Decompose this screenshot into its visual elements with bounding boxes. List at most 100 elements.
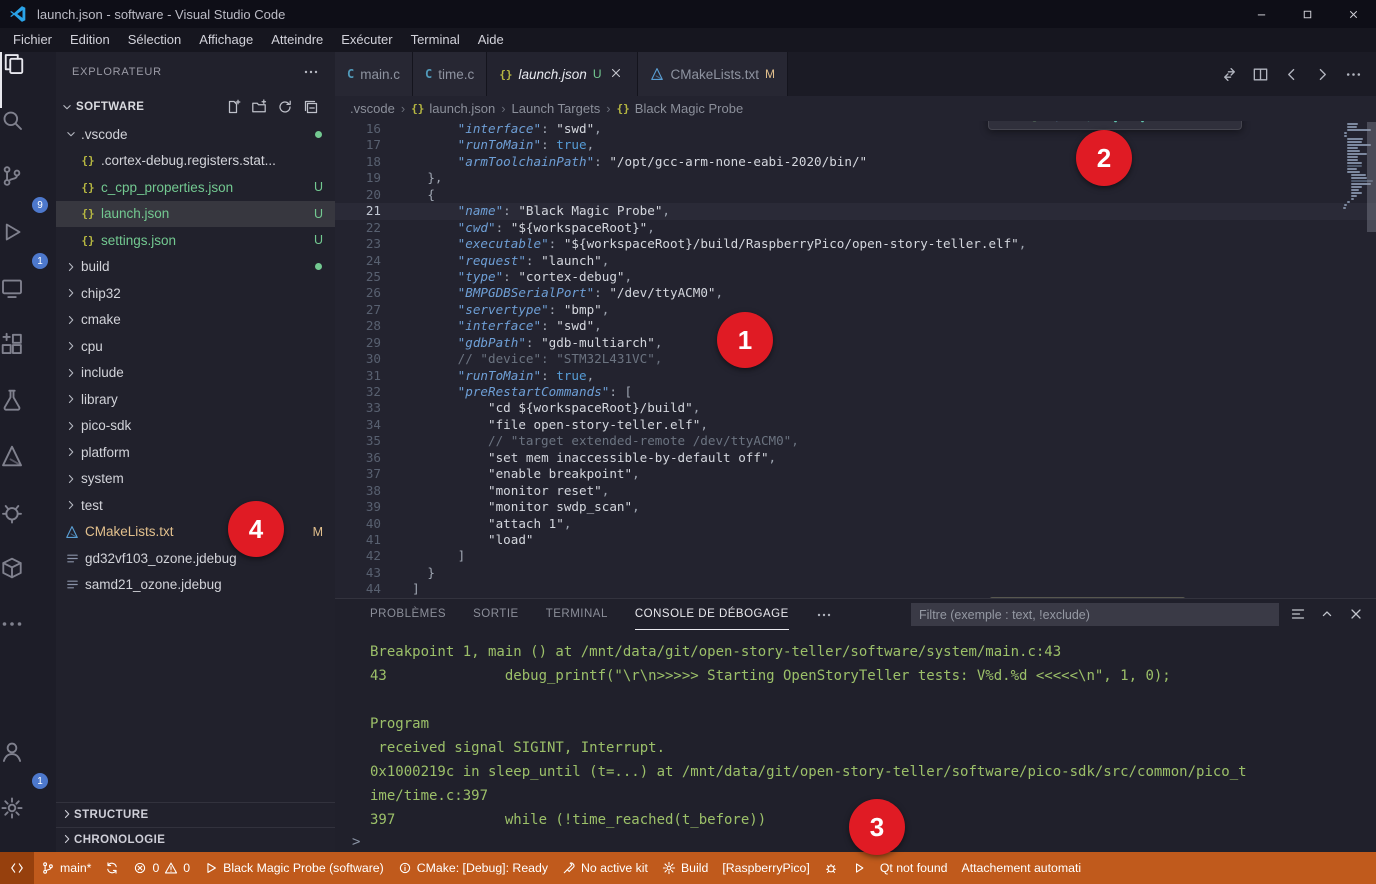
- code-line-27[interactable]: 27 "servertype": "bmp",: [335, 302, 1376, 318]
- navigate-forward-icon[interactable]: [1314, 66, 1331, 83]
- refresh-icon[interactable]: [277, 99, 293, 115]
- menu-exécuter[interactable]: Exécuter: [332, 28, 401, 52]
- tree-item-settings.json[interactable]: {}settings.jsonU: [56, 227, 335, 254]
- menu-sélection[interactable]: Sélection: [119, 28, 190, 52]
- panel-tab-console-de-d-bogage[interactable]: CONSOLE DE DÉBOGAGE: [635, 599, 789, 630]
- menu-affichage[interactable]: Affichage: [190, 28, 262, 52]
- code-editor[interactable]: 16 "interface": "swd",17 "runToMain": tr…: [335, 121, 1376, 598]
- minimize-button[interactable]: [1238, 0, 1284, 28]
- split-editor-icon[interactable]: [1252, 66, 1269, 83]
- code-line-29[interactable]: 29 "gdbPath": "gdb-multiarch",: [335, 335, 1376, 351]
- more-actions-icon[interactable]: [1345, 66, 1362, 83]
- status-git-sync[interactable]: [98, 852, 126, 884]
- menu-fichier[interactable]: Fichier: [4, 28, 61, 52]
- code-line-28[interactable]: 28 "interface": "swd",: [335, 318, 1376, 334]
- code-line-33[interactable]: 33 "cd ${workspaceRoot}/build",: [335, 400, 1376, 416]
- tree-item-cmake[interactable]: cmake: [56, 307, 335, 334]
- tree-item-library[interactable]: library: [56, 386, 335, 413]
- collapse-all-icon[interactable]: [303, 99, 319, 115]
- debug-kill-button[interactable]: [1022, 121, 1046, 127]
- breadcrumb-black-magic-probe[interactable]: {}Black Magic Probe: [617, 101, 744, 116]
- debug-step-over-button[interactable]: [1076, 121, 1100, 127]
- code-line-37[interactable]: 37 "enable breakpoint",: [335, 466, 1376, 482]
- code-line-35[interactable]: 35 // "target extended-remote /dev/ttyAC…: [335, 433, 1376, 449]
- tree-item-.cortex-debug.registers.stat...[interactable]: {}.cortex-debug.registers.stat...: [56, 148, 335, 175]
- toolbar-grip-icon[interactable]: [995, 121, 1019, 127]
- activity-search[interactable]: [0, 108, 56, 164]
- code-line-19[interactable]: 19 },: [335, 170, 1376, 186]
- code-line-22[interactable]: 22 "cwd": "${workspaceRoot}",: [335, 220, 1376, 236]
- status-remote-indicator[interactable]: [0, 852, 34, 884]
- status-problems[interactable]: 00: [126, 852, 197, 884]
- code-line-24[interactable]: 24 "request": "launch",: [335, 253, 1376, 269]
- new-file-icon[interactable]: [225, 99, 241, 115]
- maximize-panel-icon[interactable]: [1319, 606, 1335, 622]
- status-qt-status[interactable]: Qt not found: [873, 852, 955, 884]
- activity-extensions[interactable]: [0, 332, 56, 388]
- section-chronologie[interactable]: CHRONOLOGIE: [56, 827, 335, 852]
- clear-console-icon[interactable]: [1290, 606, 1306, 622]
- new-folder-icon[interactable]: [251, 99, 267, 115]
- activity-explorer[interactable]: [0, 52, 56, 108]
- code-line-44[interactable]: 44 ]: [335, 581, 1376, 597]
- menu-edition[interactable]: Edition: [61, 28, 119, 52]
- tab-cmakelists.txt[interactable]: CMakeLists.txtM: [638, 52, 788, 96]
- code-line-40[interactable]: 40 "attach 1",: [335, 516, 1376, 532]
- debug-restart-button[interactable]: [1157, 121, 1181, 127]
- breadcrumb-launch-targets[interactable]: Launch Targets: [512, 101, 601, 116]
- breadcrumb-.vscode[interactable]: .vscode: [350, 101, 395, 116]
- tree-item-.vscode[interactable]: .vscode: [56, 121, 335, 148]
- debug-continue-button[interactable]: [1049, 121, 1073, 127]
- debug-console-output[interactable]: Breakpoint 1, main () at /mnt/data/git/o…: [335, 630, 1376, 832]
- tree-item-test[interactable]: test: [56, 492, 335, 519]
- activity-more-views[interactable]: [0, 612, 56, 668]
- tree-item-platform[interactable]: platform: [56, 439, 335, 466]
- status-git-branch[interactable]: main*: [34, 852, 98, 884]
- tree-item-cpu[interactable]: cpu: [56, 333, 335, 360]
- code-line-34[interactable]: 34 "file open-story-teller.elf",: [335, 417, 1376, 433]
- code-line-39[interactable]: 39 "monitor swdp_scan",: [335, 499, 1376, 515]
- code-line-32[interactable]: 32 "preRestartCommands": [: [335, 384, 1376, 400]
- tree-item-build[interactable]: build: [56, 254, 335, 281]
- code-line-31[interactable]: 31 "runToMain": true,: [335, 368, 1376, 384]
- activity-cmake-tools[interactable]: [0, 444, 56, 500]
- status-build-target[interactable]: [RaspberryPico]: [715, 852, 816, 884]
- maximize-button[interactable]: [1284, 0, 1330, 28]
- close-button[interactable]: [1330, 0, 1376, 28]
- code-line-38[interactable]: 38 "monitor reset",: [335, 483, 1376, 499]
- menu-atteindre[interactable]: Atteindre: [262, 28, 332, 52]
- code-line-23[interactable]: 23 "executable": "${workspaceRoot}/build…: [335, 236, 1376, 252]
- panel-tab-probl-mes[interactable]: PROBLÈMES: [370, 599, 446, 630]
- status-auto-attach[interactable]: Attachement automati: [955, 852, 1089, 884]
- panel-tab-terminal[interactable]: TERMINAL: [546, 599, 608, 630]
- activity-source-control[interactable]: 9: [0, 164, 56, 220]
- status-cmake-launch[interactable]: [845, 852, 873, 884]
- close-panel-icon[interactable]: [1348, 606, 1364, 622]
- breadcrumb-launch.json[interactable]: {}launch.json: [411, 101, 495, 116]
- status-cmake-debug[interactable]: [817, 852, 845, 884]
- activity-debug-probe[interactable]: [0, 500, 56, 556]
- tree-item-c-cpp-properties.json[interactable]: {}c_cpp_properties.jsonU: [56, 174, 335, 201]
- code-line-21[interactable]: 21 "name": "Black Magic Probe",: [335, 203, 1376, 219]
- minimap[interactable]: [1341, 123, 1367, 210]
- code-line-36[interactable]: 36 "set mem inaccessible-by-default off"…: [335, 450, 1376, 466]
- open-changes-icon[interactable]: [1221, 66, 1238, 83]
- code-line-20[interactable]: 20 {: [335, 187, 1376, 203]
- code-line-42[interactable]: 42 ]: [335, 548, 1376, 564]
- tree-item-include[interactable]: include: [56, 360, 335, 387]
- menu-terminal[interactable]: Terminal: [402, 28, 469, 52]
- activity-accounts[interactable]: 1: [0, 740, 56, 796]
- code-line-17[interactable]: 17 "runToMain": true,: [335, 137, 1376, 153]
- navigate-back-icon[interactable]: [1283, 66, 1300, 83]
- status-cmake-build[interactable]: Build: [655, 852, 715, 884]
- close-tab-icon[interactable]: [609, 66, 625, 82]
- tree-item-launch.json[interactable]: {}launch.jsonU: [56, 201, 335, 228]
- code-line-30[interactable]: 30 // "device": "STM32L431VC",: [335, 351, 1376, 367]
- tab-main.c[interactable]: Cmain.c: [335, 52, 413, 96]
- panel-more-tabs-icon[interactable]: [816, 607, 832, 623]
- activity-testing[interactable]: [0, 388, 56, 444]
- explorer-more-actions-icon[interactable]: [303, 64, 319, 80]
- tree-item-cmakelists.txt[interactable]: CMakeLists.txtM: [56, 519, 335, 546]
- code-line-25[interactable]: 25 "type": "cortex-debug",: [335, 269, 1376, 285]
- menu-aide[interactable]: Aide: [469, 28, 513, 52]
